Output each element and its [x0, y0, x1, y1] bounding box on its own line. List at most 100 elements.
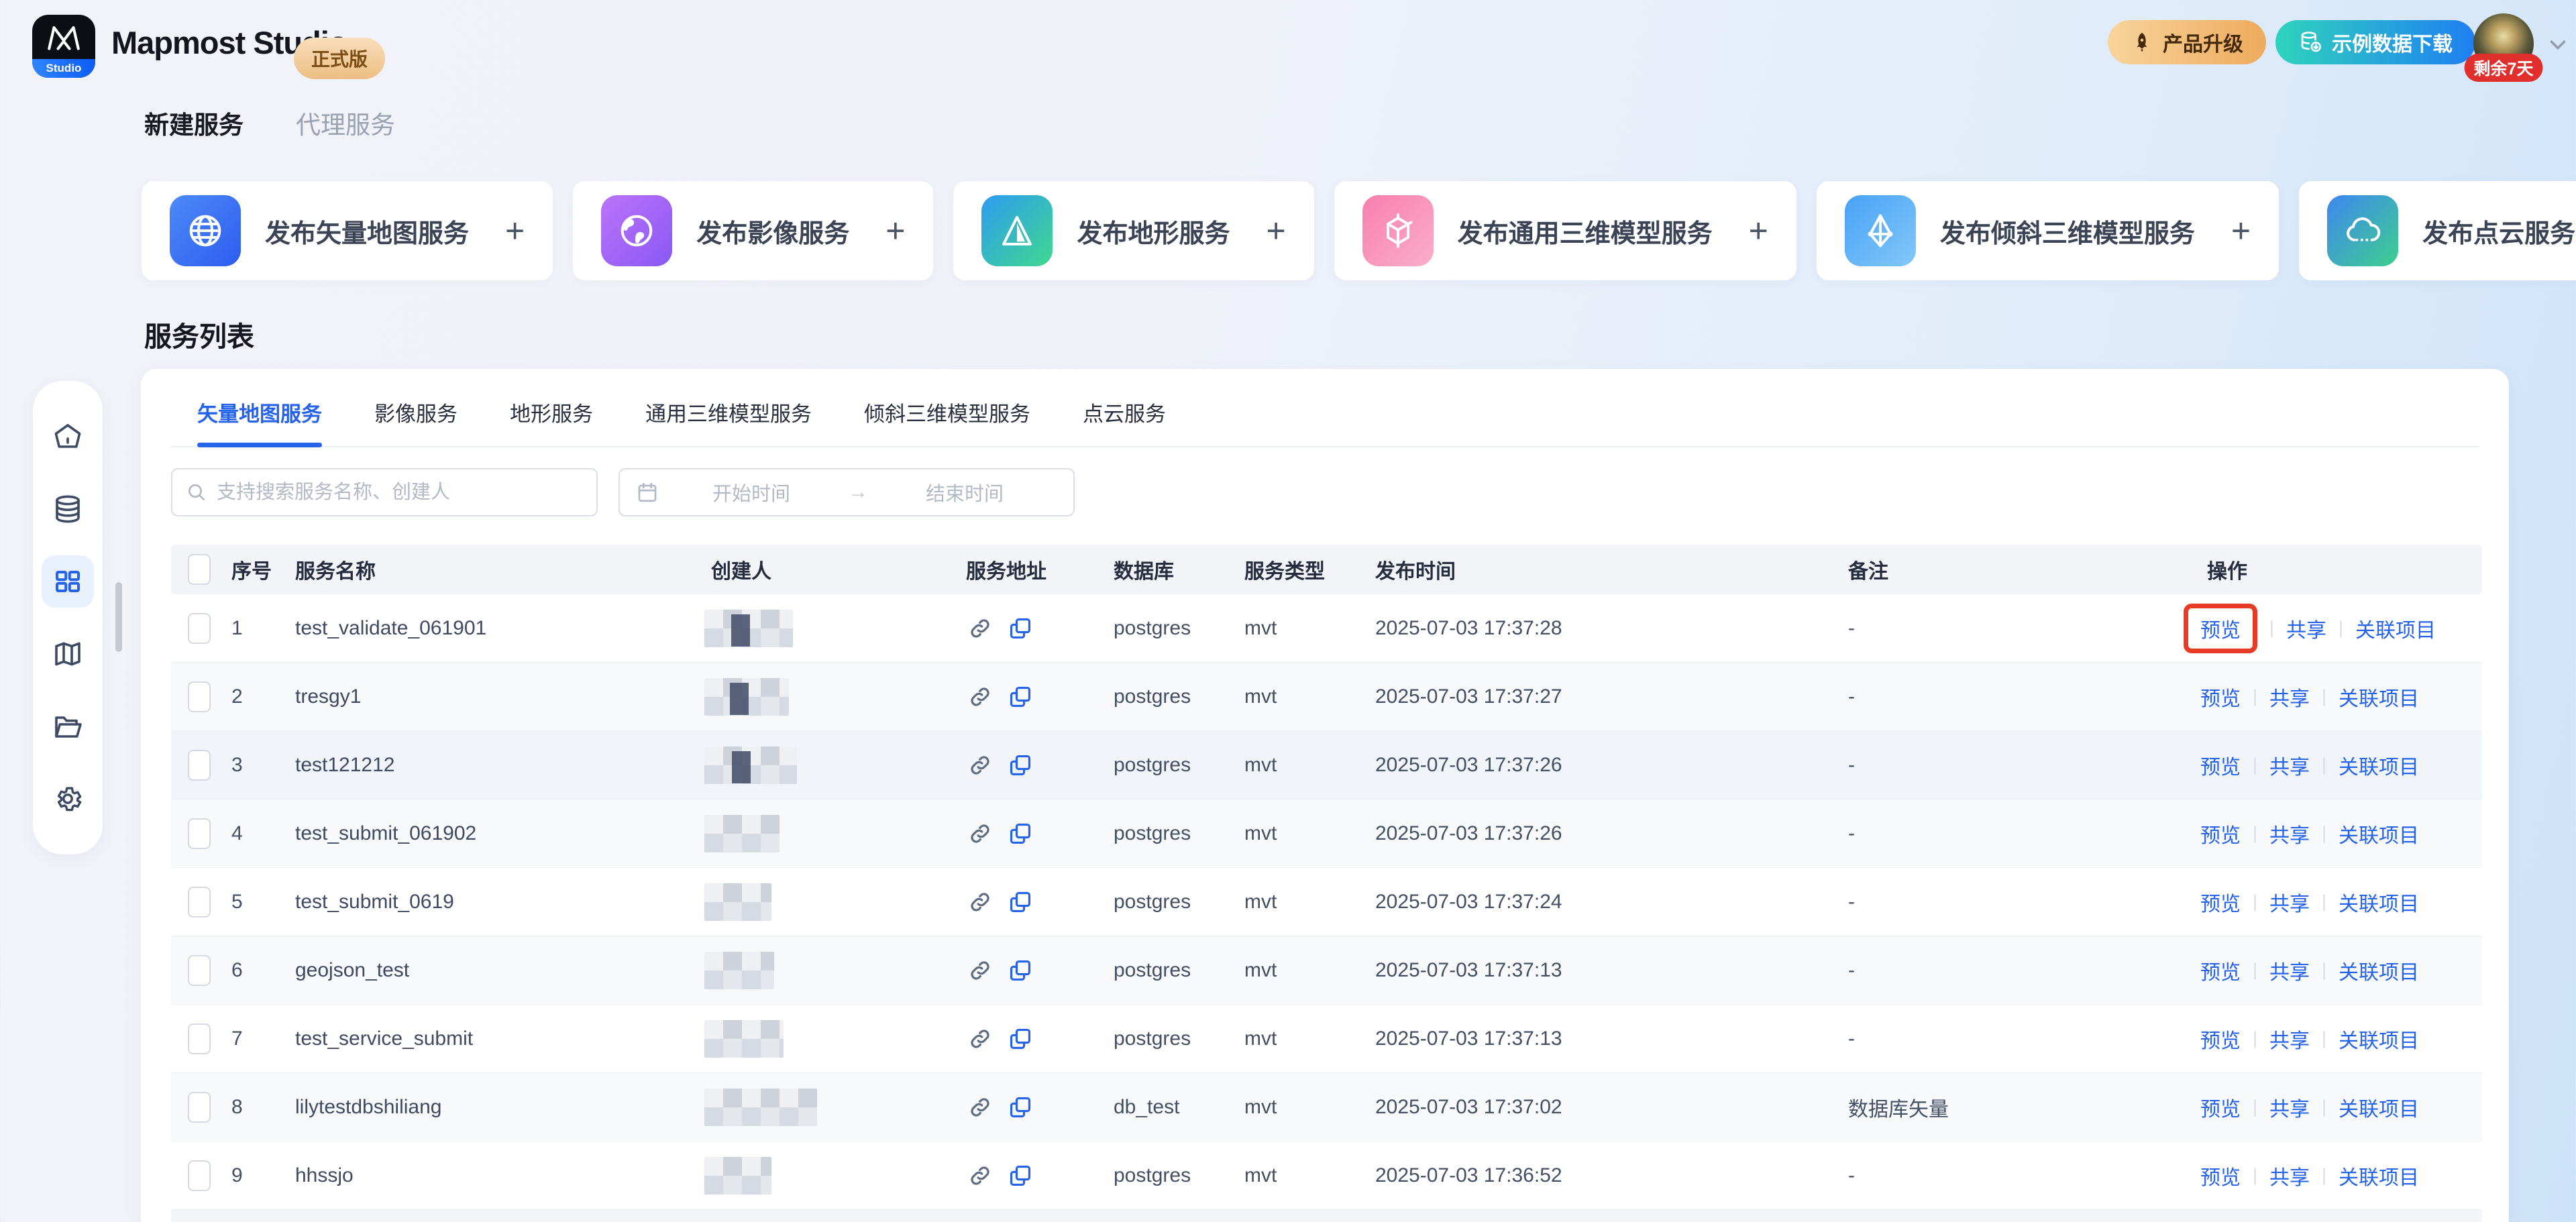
row-checkbox[interactable] [188, 750, 211, 781]
service-name: geojson_test [288, 959, 704, 982]
action-link-project[interactable]: 关联项目 [2339, 1024, 2419, 1054]
copy-url-icon[interactable] [1008, 1095, 1033, 1120]
search-input[interactable] [217, 482, 583, 504]
service-type-tab-3[interactable]: 通用三维模型服务 [645, 397, 812, 446]
database-value: postgres [1107, 754, 1238, 777]
publish-card-label: 发布影像服务 [696, 213, 849, 249]
sidebar-item-settings[interactable] [42, 773, 94, 825]
start-date-placeholder[interactable]: 开始时间 [659, 478, 844, 506]
action-link-project[interactable]: 关联项目 [2339, 956, 2419, 985]
service-url-link-icon[interactable] [967, 889, 993, 915]
service-type-tab-0[interactable]: 矢量地图服务 [197, 397, 322, 446]
publish-card-2[interactable]: 发布地形服务+ [953, 181, 1313, 280]
action-share[interactable]: 共享 [2269, 819, 2310, 848]
row-checkbox[interactable] [188, 1092, 211, 1123]
service-type-tab-1[interactable]: 影像服务 [374, 397, 458, 446]
service-type-tab-5[interactable]: 点云服务 [1083, 397, 1166, 446]
pyramid-icon [1845, 195, 1916, 266]
action-link-project[interactable]: 关联项目 [2355, 614, 2436, 643]
remark-value: - [1841, 1164, 2200, 1187]
publish-card-1[interactable]: 发布影像服务+ [573, 181, 933, 280]
service-url-link-icon[interactable] [967, 821, 993, 846]
service-url-link-icon[interactable] [967, 1095, 993, 1120]
action-share[interactable]: 共享 [2286, 614, 2326, 643]
date-range-picker[interactable]: 开始时间 → 结束时间 [619, 468, 1075, 516]
chevron-down-icon[interactable] [2545, 32, 2571, 58]
action-share[interactable]: 共享 [2269, 751, 2310, 780]
search-box[interactable] [171, 468, 598, 516]
end-date-placeholder[interactable]: 结束时间 [872, 478, 1057, 506]
action-separator: | [2253, 823, 2257, 844]
action-link-project[interactable]: 关联项目 [2339, 682, 2419, 712]
product-upgrade-button[interactable]: 产品升级 [2108, 20, 2266, 64]
action-preview[interactable]: 预览 [2200, 1024, 2241, 1054]
row-checkbox[interactable] [188, 1160, 211, 1191]
sample-data-download-button[interactable]: 示例数据下载 [2275, 20, 2475, 64]
action-share[interactable]: 共享 [2269, 1024, 2310, 1054]
action-link-project[interactable]: 关联项目 [2339, 1161, 2419, 1190]
action-preview[interactable]: 预览 [2200, 620, 2241, 642]
action-share[interactable]: 共享 [2269, 1161, 2310, 1190]
sidebar-item-map[interactable] [42, 628, 94, 680]
action-preview[interactable]: 预览 [2200, 751, 2241, 780]
copy-url-icon[interactable] [1008, 1026, 1033, 1052]
copy-url-icon[interactable] [1008, 684, 1033, 710]
user-avatar[interactable]: 剩余7天 [2473, 13, 2534, 74]
copy-url-icon[interactable] [1008, 616, 1033, 641]
action-separator: | [2253, 1097, 2257, 1117]
service-url-link-icon[interactable] [967, 958, 993, 983]
sidebar-item-home[interactable] [42, 410, 94, 463]
publish-card-3[interactable]: 发布通用三维模型服务+ [1334, 181, 1796, 280]
version-badge: 正式版 [294, 38, 385, 79]
action-link-project[interactable]: 关联项目 [2339, 751, 2419, 780]
row-checkbox[interactable] [188, 613, 211, 644]
service-url-link-icon[interactable] [967, 684, 993, 710]
action-share[interactable]: 共享 [2269, 887, 2310, 917]
action-preview[interactable]: 预览 [2200, 819, 2241, 848]
service-type-tab-2[interactable]: 地形服务 [510, 397, 593, 446]
publish-card-4[interactable]: 发布倾斜三维模型服务+ [1817, 181, 2279, 280]
row-checkbox[interactable] [188, 681, 211, 712]
action-link-project[interactable]: 关联项目 [2339, 819, 2419, 848]
page-tab-new-service[interactable]: 新建服务 [144, 105, 244, 141]
plus-icon: + [505, 214, 525, 247]
action-preview[interactable]: 预览 [2200, 956, 2241, 985]
row-checkbox[interactable] [188, 955, 211, 986]
action-link-project[interactable]: 关联项目 [2339, 1093, 2419, 1122]
action-share[interactable]: 共享 [2269, 1093, 2310, 1122]
publish-card-5[interactable]: 发布点云服务+ [2299, 181, 2576, 280]
creator-censored-block [704, 678, 789, 716]
action-link-project[interactable]: 关联项目 [2339, 887, 2419, 917]
page-tab-proxy-service[interactable]: 代理服务 [296, 105, 395, 141]
service-url-link-icon[interactable] [967, 616, 993, 641]
copy-url-icon[interactable] [1008, 753, 1033, 778]
action-preview[interactable]: 预览 [2200, 887, 2241, 917]
row-checkbox[interactable] [188, 818, 211, 849]
row-checkbox[interactable] [188, 887, 211, 918]
action-share[interactable]: 共享 [2269, 682, 2310, 712]
action-separator: | [2322, 1097, 2326, 1117]
action-share[interactable]: 共享 [2269, 956, 2310, 985]
copy-url-icon[interactable] [1008, 889, 1033, 915]
copy-url-icon[interactable] [1008, 1163, 1033, 1188]
copy-url-icon[interactable] [1008, 821, 1033, 846]
published-time: 2025-07-03 17:36:52 [1368, 1164, 1841, 1187]
copy-url-icon[interactable] [1008, 958, 1033, 983]
row-checkbox[interactable] [188, 1023, 211, 1054]
sidebar-item-folder[interactable] [42, 700, 94, 753]
publish-card-0[interactable]: 发布矢量地图服务+ [142, 181, 553, 280]
published-time: 2025-07-03 17:37:13 [1368, 1027, 1841, 1050]
sidebar-item-database[interactable] [42, 483, 94, 535]
service-url-link-icon[interactable] [967, 1163, 993, 1188]
service-url-link-icon[interactable] [967, 753, 993, 778]
scrollbar-thumb[interactable] [115, 582, 122, 652]
row-index: 1 [225, 617, 288, 640]
service-url-link-icon[interactable] [967, 1026, 993, 1052]
action-preview[interactable]: 预览 [2200, 682, 2241, 712]
select-all-checkbox[interactable] [188, 554, 211, 585]
sidebar-item-apps-grid[interactable] [42, 555, 94, 608]
plus-icon: + [1266, 214, 1285, 247]
action-preview[interactable]: 预览 [2200, 1161, 2241, 1190]
action-preview[interactable]: 预览 [2200, 1093, 2241, 1122]
service-type-tab-4[interactable]: 倾斜三维模型服务 [864, 397, 1030, 446]
